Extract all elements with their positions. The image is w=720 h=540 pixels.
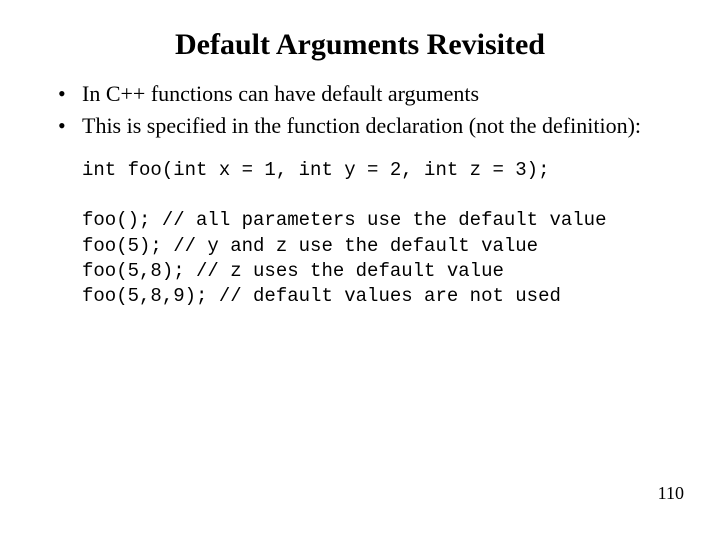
bullet-item: This is specified in the function declar…	[58, 112, 662, 140]
page-number: 110	[658, 483, 684, 504]
bullet-item: In C++ functions can have default argume…	[58, 80, 662, 108]
code-line: foo(5,8); // z uses the default value	[82, 260, 504, 282]
code-line: foo(5,8,9); // default values are not us…	[82, 285, 561, 307]
slide-title: Default Arguments Revisited	[0, 0, 720, 80]
bullet-list: In C++ functions can have default argume…	[58, 80, 662, 140]
slide-body: In C++ functions can have default argume…	[0, 80, 720, 309]
code-line: foo(5); // y and z use the default value	[82, 235, 538, 257]
code-block: int foo(int x = 1, int y = 2, int z = 3)…	[58, 158, 662, 308]
slide: Default Arguments Revisited In C++ funct…	[0, 0, 720, 540]
code-line: int foo(int x = 1, int y = 2, int z = 3)…	[82, 159, 549, 181]
code-line: foo(); // all parameters use the default…	[82, 209, 607, 231]
